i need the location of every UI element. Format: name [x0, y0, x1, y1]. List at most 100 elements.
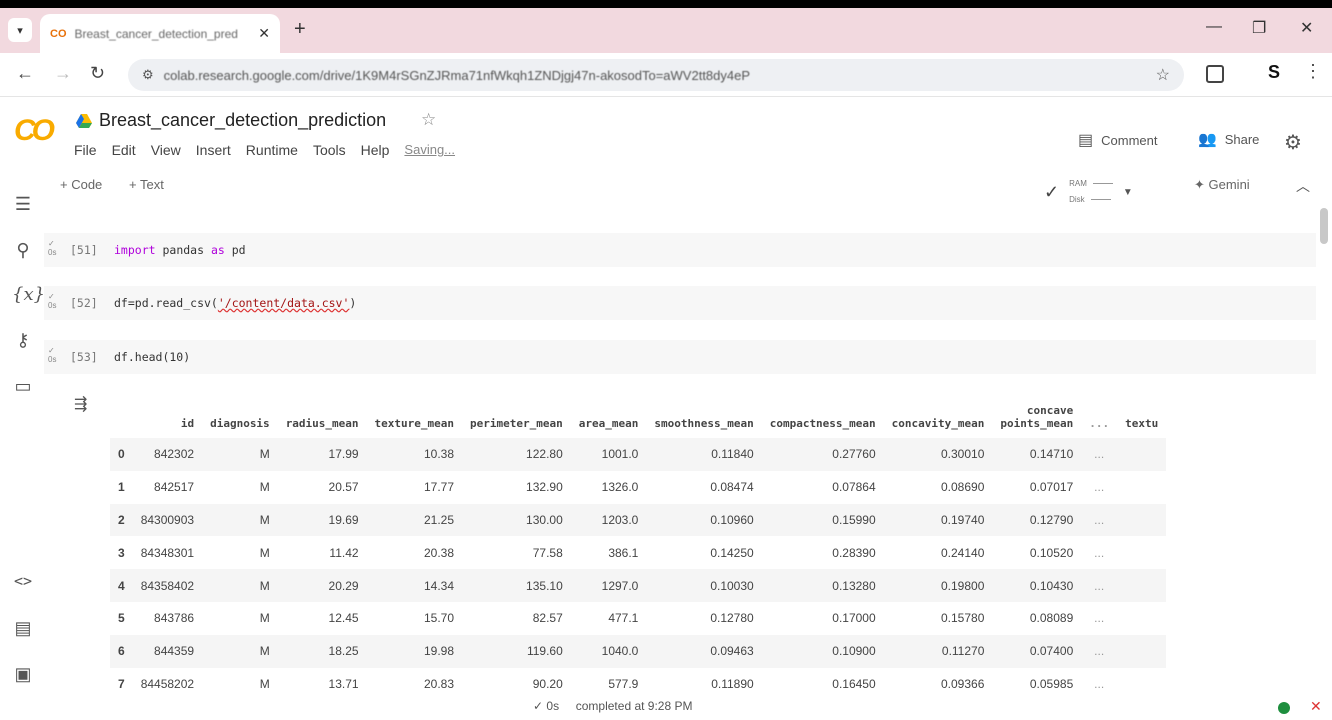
table-cell: 0.07017	[1029, 480, 1074, 495]
address-bar[interactable]: ⚙ colab.research.google.com/drive/1K9M4r…	[128, 59, 1184, 91]
colab-logo[interactable]: CO	[14, 114, 55, 148]
elapsed-time: 0s	[546, 699, 560, 713]
code-cell[interactable]: ✓ 0s [51] import pandas as pd	[44, 233, 1316, 267]
column-header: perimeter_mean	[470, 417, 563, 430]
comment-button[interactable]: ▤ Comment	[1078, 130, 1157, 150]
table-cell: 1001.0	[570, 438, 647, 471]
table-cell: M	[259, 545, 270, 560]
table-of-contents-icon[interactable]: ☰	[12, 194, 34, 215]
row-index: 6	[110, 634, 133, 668]
table-cell: 0.28390	[832, 545, 876, 560]
table-cell: 0.24140	[941, 545, 985, 560]
table-row: 6 844359 M 18.25 19.98 119.60 1040.0 0.09463 0.1…	[110, 634, 1167, 668]
menu-edit[interactable]: Edit	[112, 142, 136, 158]
scrollbar-thumb[interactable]	[1320, 208, 1328, 244]
close-tab-icon[interactable]: ✕	[258, 25, 270, 42]
notebook-title[interactable]: Breast_cancer_detection_prediction	[99, 110, 386, 131]
code-cell[interactable]: ✓ 0s [52] df=pd.read_csv('/content/data.c…	[44, 286, 1316, 320]
browser-tab[interactable]: CO Breast_cancer_detection_pred ✕	[40, 14, 280, 53]
menu-help[interactable]: Help	[361, 142, 390, 158]
variables-icon[interactable]: {x}	[12, 284, 45, 305]
files-folder-icon[interactable]: ▭	[12, 376, 34, 397]
profile-avatar[interactable]: S	[1268, 62, 1280, 83]
add-text-button[interactable]: + Text	[129, 177, 164, 192]
column-header: concavity_mean	[891, 417, 985, 430]
table-cell: 0.11840	[646, 438, 762, 471]
cell-execution-count: [52]	[70, 296, 98, 310]
table-cell: 0.15990	[761, 503, 884, 537]
row-index: 1	[118, 480, 125, 495]
runtime-dropdown-icon[interactable]: ▼	[1123, 187, 1133, 198]
browser-menu-icon[interactable]: ⋮	[1304, 61, 1322, 82]
output-actions-icon[interactable]: ⇶	[74, 394, 87, 414]
forward-icon[interactable]: →	[54, 63, 72, 84]
table-cell: 132.90	[526, 480, 563, 495]
menu-tools[interactable]: Tools	[313, 142, 346, 158]
colab-favicon-icon: CO	[50, 27, 67, 40]
cell-run-check-icon: ✓ 0s	[48, 292, 57, 310]
cell-code[interactable]: df=pd.read_csv('/content/data.csv')	[114, 296, 356, 310]
table-cell: M	[202, 438, 278, 471]
secrets-key-icon[interactable]: ⚷	[12, 330, 34, 351]
cell-run-check-icon: ✓ 0s	[48, 346, 57, 364]
table-cell: 18.25	[277, 634, 367, 668]
ram-label: RAM	[1069, 179, 1087, 188]
saving-status: Saving...	[404, 142, 456, 157]
minimize-icon[interactable]: —	[1206, 18, 1222, 36]
bookmark-star-icon[interactable]: ☆	[1156, 65, 1170, 85]
menu-file[interactable]: File	[74, 142, 97, 158]
terminal-icon[interactable]: ▣	[12, 664, 34, 685]
restore-icon[interactable]: ❐	[1252, 18, 1266, 38]
cell-code[interactable]: import pandas as pd	[114, 243, 246, 257]
table-cell: 135.10	[462, 569, 571, 602]
runtime-status[interactable]: ✓ RAM Disk ▼	[1044, 176, 1133, 208]
ram-disk-indicator: RAM Disk	[1069, 176, 1113, 208]
column-header	[110, 398, 133, 438]
cell-code[interactable]: df.head(10)	[114, 350, 190, 364]
table-cell: 0.12790	[992, 503, 1082, 537]
collapse-header-icon[interactable]: ︿	[1296, 176, 1310, 196]
table-cell-overflow	[1117, 536, 1166, 569]
connected-check-icon: ✓	[1044, 181, 1060, 202]
close-status-icon[interactable]: ✕	[1310, 698, 1322, 715]
code-snippets-icon[interactable]: <>	[12, 572, 34, 590]
table-cell: 0.09463	[646, 634, 762, 668]
close-window-icon[interactable]: ✕	[1300, 18, 1313, 38]
table-cell: 0.30010	[883, 438, 993, 471]
command-palette-icon[interactable]: ▤	[12, 618, 34, 639]
tab-title: Breast_cancer_detection_pred	[74, 26, 238, 41]
table-cell: 17.99	[277, 438, 367, 471]
table-cell: 0.12780	[710, 611, 754, 626]
comment-label: Comment	[1101, 132, 1158, 148]
tab-search-dropdown-icon[interactable]: ▾	[8, 18, 32, 42]
add-code-button[interactable]: + Code	[60, 177, 102, 192]
table-cell: ...	[1081, 503, 1118, 537]
menu-runtime[interactable]: Runtime	[246, 142, 298, 158]
table-cell: ...	[1094, 611, 1105, 626]
search-icon[interactable]: ⚲	[12, 240, 34, 261]
code-cell[interactable]: ✓ 0s [53] df.head(10)	[44, 340, 1316, 374]
settings-gear-icon[interactable]: ⚙	[1284, 130, 1302, 155]
table-cell: 0.14710	[992, 438, 1082, 471]
row-index: 5	[118, 611, 125, 626]
menu-insert[interactable]: Insert	[196, 142, 231, 158]
reload-icon[interactable]: ↻	[90, 63, 105, 84]
table-row: 1 842517 M 20.57 17.77 132.90 1326.0 0.08474 0.0…	[110, 471, 1166, 504]
star-icon[interactable]: ☆	[421, 110, 436, 130]
cell-execution-count: [51]	[70, 243, 98, 257]
table-cell: 130.00	[462, 503, 571, 537]
site-info-icon[interactable]: ⚙	[142, 67, 154, 83]
table-cell: 17.77	[424, 480, 455, 495]
back-icon[interactable]: ←	[16, 63, 34, 84]
table-cell: 0.19740	[883, 503, 993, 537]
menu-view[interactable]: View	[151, 142, 181, 158]
share-label: Share	[1224, 131, 1260, 147]
column-header: textu	[1125, 417, 1159, 430]
new-tab-icon[interactable]: +	[294, 18, 306, 41]
gemini-button[interactable]: ✦ Gemini	[1194, 177, 1250, 193]
extensions-icon[interactable]	[1206, 65, 1224, 83]
share-button[interactable]: 👥 Share	[1198, 130, 1259, 148]
table-cell: M	[202, 634, 278, 668]
table-cell: 842517	[154, 480, 195, 495]
table-cell: 19.98	[366, 634, 463, 668]
